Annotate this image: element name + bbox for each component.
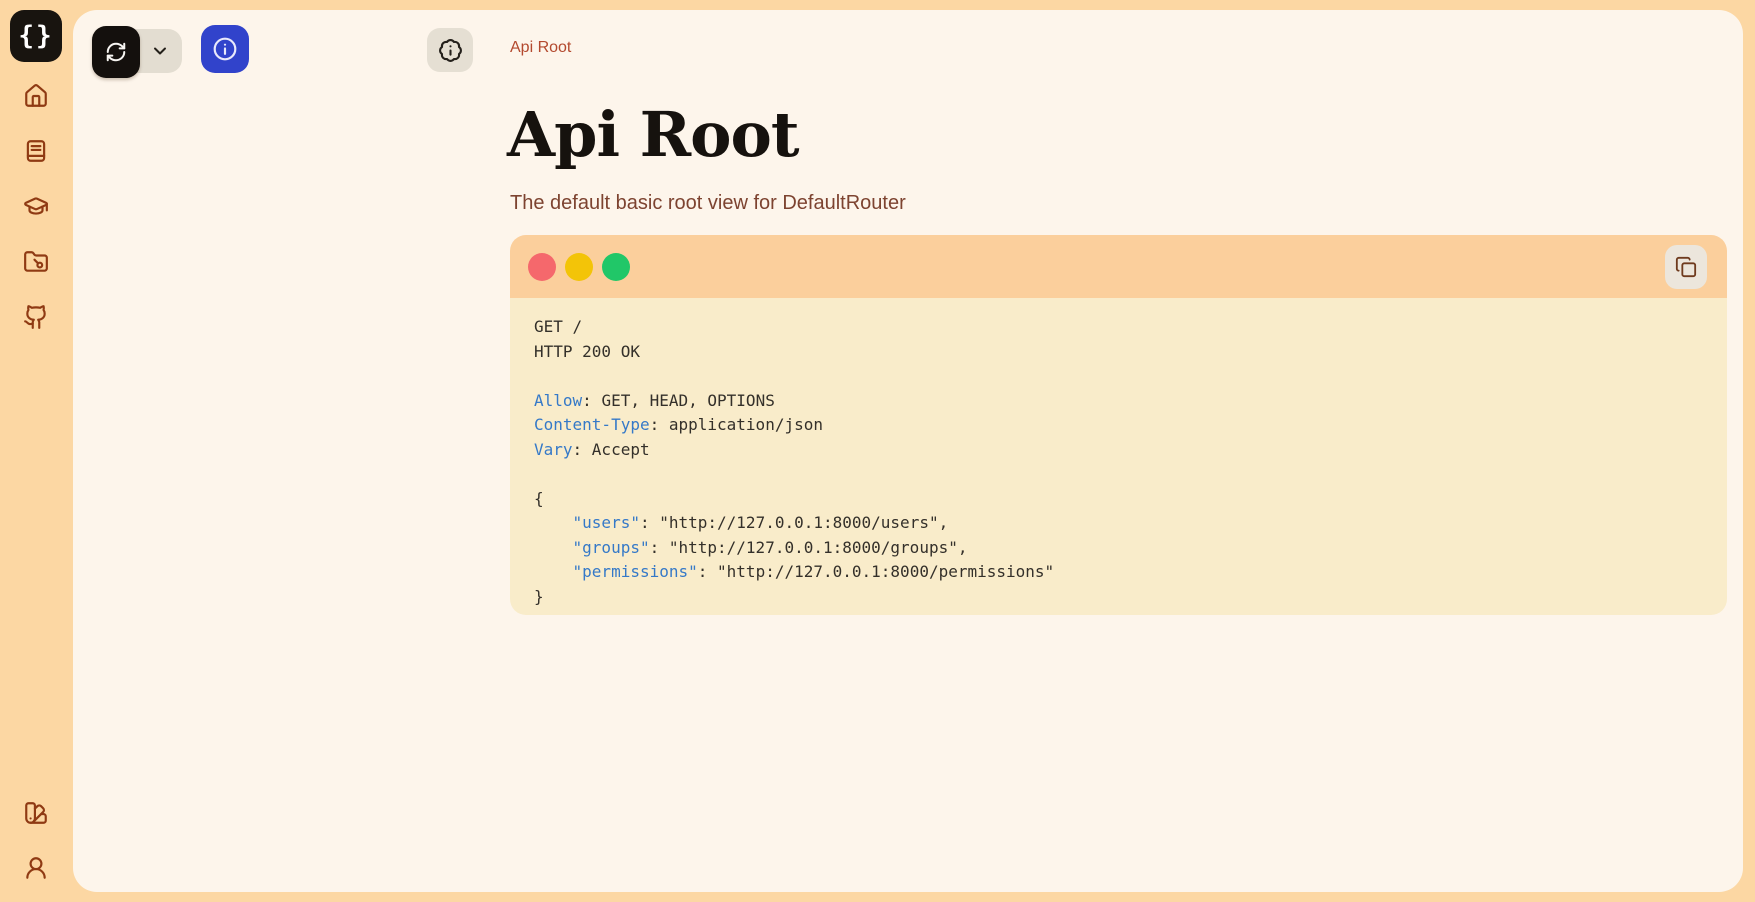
response-terminal: GET /HTTP 200 OK Allow: GET, HEAD, OPTIO… (510, 235, 1727, 615)
code-line: } (534, 585, 1703, 610)
code-line (534, 462, 1703, 487)
code-line: "groups": "http://127.0.0.1:8000/groups"… (534, 536, 1703, 561)
page-title: Api Root (507, 104, 798, 166)
home-icon[interactable] (23, 83, 49, 109)
folder-git-icon[interactable] (23, 249, 49, 275)
terminal-body: GET /HTTP 200 OK Allow: GET, HEAD, OPTIO… (510, 298, 1727, 615)
sidebar: {} (0, 0, 73, 902)
badge-info-button[interactable] (427, 28, 473, 72)
badge-info-icon (438, 38, 463, 63)
red-dot (528, 253, 556, 281)
breadcrumb[interactable]: Api Root (510, 39, 571, 57)
terminal-header (510, 235, 1727, 298)
info-button[interactable] (201, 25, 249, 73)
graduation-cap-icon[interactable] (23, 193, 49, 219)
info-icon (212, 36, 238, 62)
code-line: Allow: GET, HEAD, OPTIONS (534, 389, 1703, 414)
github-icon[interactable] (23, 304, 49, 330)
app-logo-text: {} (18, 21, 53, 51)
app-logo[interactable]: {} (10, 10, 62, 62)
code-line: GET / (534, 315, 1703, 340)
code-line: HTTP 200 OK (534, 340, 1703, 365)
page: { "colors": { "page_bg": "#fcd7a3", "pan… (0, 0, 1755, 902)
code-line: { (534, 487, 1703, 512)
terminal-dots (528, 253, 630, 281)
copy-button[interactable] (1665, 245, 1707, 289)
refresh-icon (105, 41, 127, 63)
swatch-book-icon[interactable] (23, 800, 49, 826)
code-line: "permissions": "http://127.0.0.1:8000/pe… (534, 560, 1703, 585)
refresh-split-button (92, 26, 182, 78)
code-line: Vary: Accept (534, 438, 1703, 463)
copy-icon (1675, 256, 1697, 278)
chevron-down-icon[interactable] (150, 41, 170, 61)
user-icon[interactable] (23, 855, 49, 881)
green-dot (602, 253, 630, 281)
yellow-dot (565, 253, 593, 281)
page-subtitle: The default basic root view for DefaultR… (510, 191, 906, 215)
code-line: "users": "http://127.0.0.1:8000/users", (534, 511, 1703, 536)
refresh-button[interactable] (92, 26, 140, 78)
main-panel: Api Root Api Root The default basic root… (73, 10, 1743, 892)
code-line: Content-Type: application/json (534, 413, 1703, 438)
terminal-code: GET /HTTP 200 OK Allow: GET, HEAD, OPTIO… (534, 315, 1703, 609)
code-line (534, 364, 1703, 389)
book-icon[interactable] (23, 138, 49, 164)
